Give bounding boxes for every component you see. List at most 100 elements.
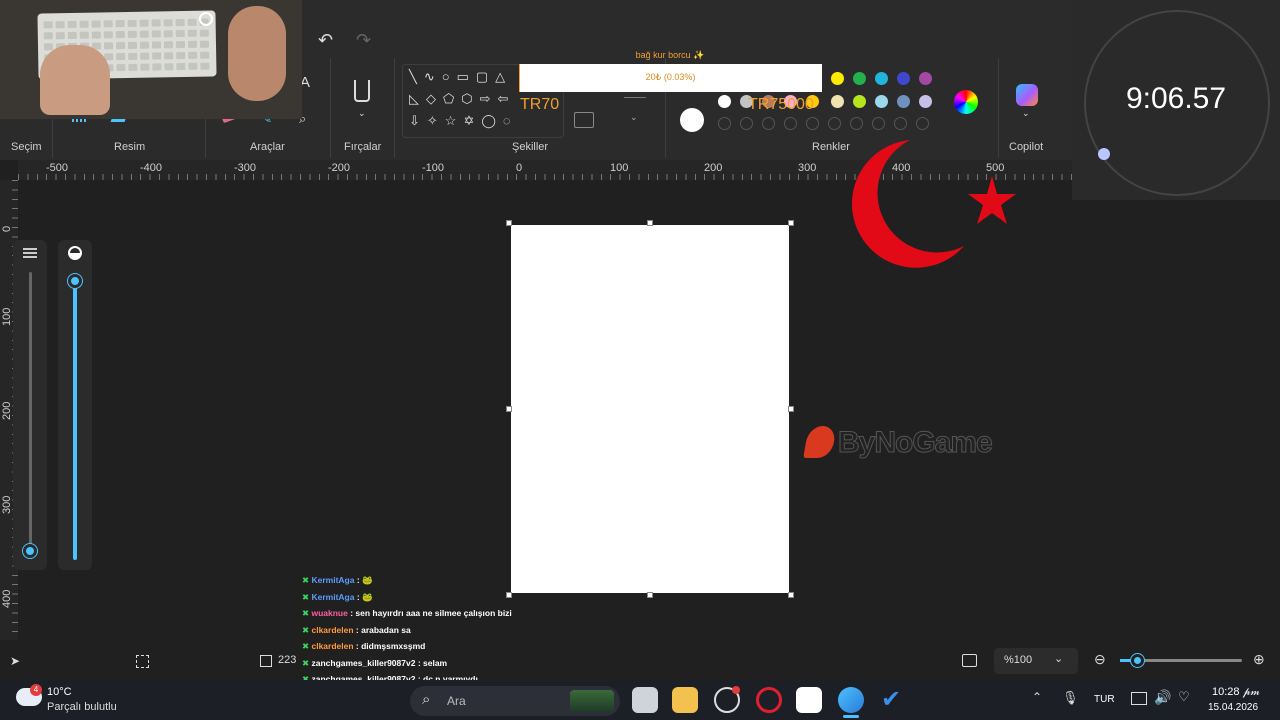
brush-icon[interactable] <box>354 80 370 102</box>
active-app-indicator <box>843 715 859 718</box>
color-swatch[interactable] <box>875 72 888 85</box>
zoom-slider-thumb[interactable] <box>1131 654 1144 667</box>
color-swatch[interactable] <box>850 117 863 130</box>
color-palette-row-1 <box>831 72 932 85</box>
color-swatch[interactable] <box>718 117 731 130</box>
resize-handle[interactable] <box>788 592 794 598</box>
hand-image <box>228 6 286 101</box>
network-icon[interactable] <box>1131 692 1147 705</box>
ruler-tick-label: 200 <box>1 401 13 420</box>
notification-dot <box>732 686 740 694</box>
color-swatch[interactable] <box>831 72 844 85</box>
ruler-tick-label: -500 <box>46 162 69 174</box>
redo-icon[interactable]: ↷ <box>356 30 371 51</box>
resize-handle[interactable] <box>506 406 512 412</box>
chat-username: KermitAga <box>311 591 355 602</box>
resize-handle[interactable] <box>506 220 512 226</box>
color-swatch[interactable] <box>806 117 819 130</box>
chat-text: : 🐸 <box>354 575 373 585</box>
color-swatch[interactable] <box>718 95 731 108</box>
bynogame-logo-text: ByNoGame <box>838 426 994 460</box>
weather-temp[interactable]: 10°C <box>47 686 72 698</box>
ruler-tick-label: 100 <box>610 162 629 174</box>
resize-handle[interactable] <box>647 592 653 598</box>
color-swatch[interactable] <box>828 117 841 130</box>
language-indicator[interactable]: TUR <box>1094 694 1115 705</box>
resize-handle[interactable] <box>788 220 794 226</box>
ruler-tick-label: -100 <box>422 162 445 174</box>
color-swatch[interactable] <box>831 95 844 108</box>
color-swatch[interactable] <box>897 72 910 85</box>
color-swatch[interactable] <box>919 95 932 108</box>
shape-row-1-icons[interactable]: ╲∿○▭▢△ <box>409 69 512 85</box>
chat-text: : didmşsmxsşmd <box>353 641 426 651</box>
canvas-size-icon <box>260 655 272 667</box>
todo-check-icon[interactable]: ✔ <box>878 687 904 713</box>
capcut-icon[interactable] <box>796 687 822 713</box>
color-swatch[interactable] <box>740 117 753 130</box>
opacity-thumb[interactable] <box>68 274 82 288</box>
shape-outline-icon[interactable] <box>574 112 594 128</box>
resize-handle[interactable] <box>647 220 653 226</box>
chat-message: ✖ KermitAga : 🐸 <box>302 575 373 586</box>
drawing-canvas[interactable] <box>511 225 789 593</box>
opacity-slider[interactable] <box>73 280 77 560</box>
task-view-icon[interactable] <box>632 687 658 713</box>
chat-message: ✖ clkardelen : didmşsmxsşmd <box>302 641 425 652</box>
zoom-in-icon[interactable]: ⊕ <box>1253 651 1265 668</box>
color-swatch[interactable] <box>916 117 929 130</box>
chevron-up-icon[interactable]: ⌃ <box>1032 690 1042 704</box>
chat-message: ✖ wuaknue : sen hayırdrı aaa ne silmee ç… <box>302 608 512 619</box>
paint-icon[interactable] <box>838 687 864 713</box>
color-swatch[interactable] <box>762 117 775 130</box>
goal-title: bağ kur borcu ✨ <box>635 50 705 60</box>
group-label-tools: Araçlar <box>250 141 285 153</box>
clock-date[interactable]: 15.04.2026 <box>1208 702 1258 713</box>
bynogame-icon <box>803 426 837 458</box>
brush-size-slider[interactable] <box>29 272 32 552</box>
file-explorer-icon[interactable] <box>672 687 698 713</box>
copilot-icon[interactable] <box>1016 84 1038 106</box>
opera-icon[interactable] <box>756 687 782 713</box>
color-swatch[interactable] <box>784 117 797 130</box>
clock-time[interactable]: 10:28 𝓅𝓂 <box>1212 686 1260 699</box>
timer-progress-dot <box>1098 148 1110 160</box>
taskbar-search[interactable]: ⌕ Ara <box>410 686 620 716</box>
divider <box>330 58 331 158</box>
resize-handle[interactable] <box>506 592 512 598</box>
color-swatch[interactable] <box>853 72 866 85</box>
shape-row-3-icons[interactable]: ⇩✧☆✡◯◌ <box>409 113 518 129</box>
zoom-out-icon[interactable]: ⊖ <box>1094 651 1106 668</box>
microphone-icon[interactable]: 🎙 <box>1062 690 1079 706</box>
color-swatch[interactable] <box>853 95 866 108</box>
battery-heart-icon[interactable]: ♡ <box>1178 689 1190 705</box>
color-2-swatch[interactable] <box>680 108 704 132</box>
color-swatch[interactable] <box>894 117 907 130</box>
undo-icon[interactable]: ↶ <box>318 30 333 51</box>
status-bar: ➤ 223 %100 ⌄ ⊖ ⊕ <box>0 640 1280 680</box>
zoom-select[interactable]: %100 ⌄ <box>994 648 1078 674</box>
group-label-image: Resim <box>114 141 146 153</box>
chat-username: KermitAga <box>311 575 355 585</box>
color-swatch[interactable] <box>897 95 910 108</box>
group-label-shapes: Şekiller <box>512 141 549 153</box>
chevron-down-icon[interactable]: ⌄ <box>358 108 366 119</box>
resize-handle[interactable] <box>788 406 794 412</box>
color-swatch[interactable] <box>875 95 888 108</box>
fit-to-window-icon[interactable] <box>962 654 977 667</box>
ruler-tick-label: 200 <box>704 162 723 174</box>
chevron-down-icon[interactable]: ⌄ <box>630 112 638 123</box>
volume-icon[interactable]: 🔊 <box>1154 689 1171 706</box>
edit-colors-icon[interactable] <box>954 90 978 114</box>
chat-text: : sen hayırdrı aaa ne silmee çalışıon bi… <box>347 608 512 618</box>
group-label-selection: Seçim <box>11 141 42 153</box>
weather-description[interactable]: Parçalı bulutlu <box>47 701 117 713</box>
chevron-down-icon: ⌄ <box>1054 653 1064 665</box>
color-palette-custom-row <box>718 117 929 130</box>
color-swatch[interactable] <box>919 72 932 85</box>
brush-size-thumb[interactable] <box>23 544 37 558</box>
chevron-down-icon[interactable]: ⌄ <box>1022 108 1030 119</box>
chat-username: clkardelen <box>311 641 354 651</box>
color-swatch[interactable] <box>872 117 885 130</box>
shape-row-2-icons[interactable]: ◺◇⬠⬡⇨⇦ <box>409 91 515 107</box>
